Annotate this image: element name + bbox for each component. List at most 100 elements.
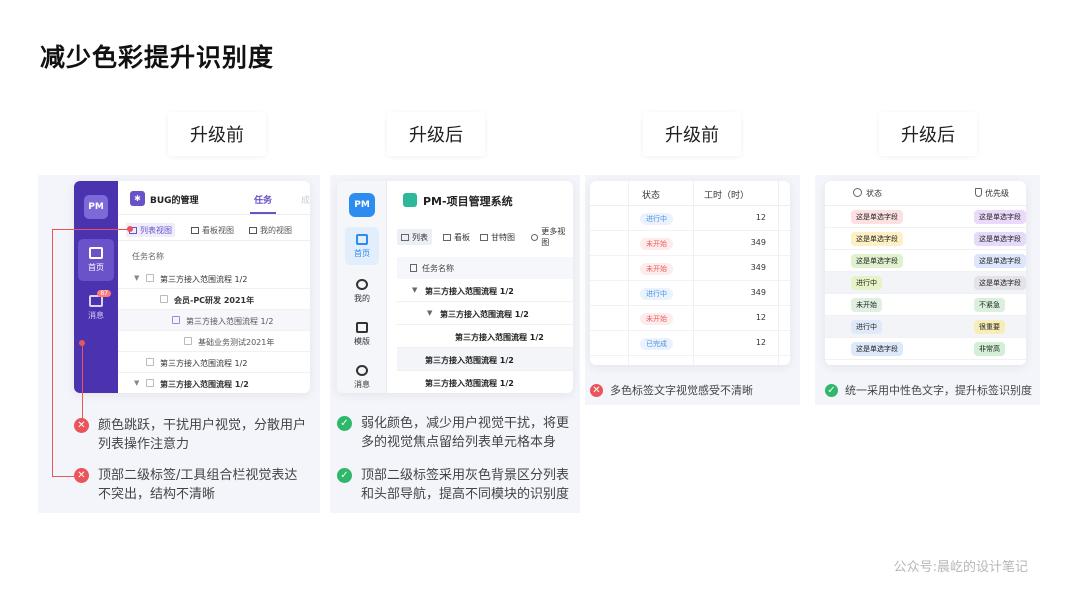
hours-value: 349 [750,238,766,247]
status-tag[interactable]: 这是单选字段 [851,342,903,356]
table-row[interactable]: 进行中 这是单选字段 [825,272,1026,294]
checkbox[interactable] [146,274,154,282]
status-tag[interactable]: 未开始 [640,238,673,250]
old-nav-home-label: 首页 [88,263,104,272]
status-tag[interactable]: 这是单选字段 [851,232,903,246]
label-after-2: 升级后 [879,112,977,156]
row-title: 第三方接入范围流程 1/2 [160,380,249,389]
checkbox[interactable] [146,379,154,387]
old-view-board[interactable]: 看板视图 [188,223,237,237]
new-nav-template[interactable]: 模版 [345,315,379,353]
new-tool-gantt[interactable]: 甘特图 [476,229,519,245]
priority-tag[interactable]: 非常高 [974,342,1005,356]
table-row[interactable]: 未开始 12 [590,306,790,331]
priority-tag[interactable]: 不紧急 [974,298,1005,312]
table-row[interactable]: 这是单选字段 非常高 [825,338,1026,360]
new-tag-table: 状态 优先级 这是单选字段 这是单选字段 这是单选字段 这是单选字段 这是单选字段 这是单… [825,181,1026,365]
note-text: 顶部二级标签采用灰色背景区分列表 和头部导航，提高不同模块的识别度 [361,468,570,502]
table-row[interactable]: 这是单选字段 这是单选字段 [825,206,1026,228]
status-tag[interactable]: 已完成 [640,338,673,350]
footer-credit: 公众号:晨屹的设计笔记 [893,560,1028,575]
status-tag[interactable]: 进行中 [640,213,673,225]
status-tag[interactable]: 这是单选字段 [851,254,903,268]
hours-value: 349 [750,288,766,297]
table-row[interactable]: 进行中 12 [590,206,790,231]
table-row[interactable]: 这是单选字段 这是单选字段 [825,228,1026,250]
status-tag[interactable]: 未开始 [851,298,882,312]
new-tool-more[interactable]: 更多视图 [527,227,573,247]
new-tool-list-label: 列表 [412,232,428,242]
old-sidebar: PM 首页 消息 87 [74,181,118,393]
hours-value: 12 [755,313,766,322]
table-row[interactable]: 未开始 349 [590,231,790,256]
old-logo: PM [84,195,108,219]
table-row[interactable]: 第三方接入范围流程 1/2 [397,325,573,348]
status-tag[interactable]: 进行中 [640,288,673,300]
priority-tag[interactable]: 这是单选字段 [974,232,1026,246]
new-nav-mine[interactable]: 我的 [345,272,379,310]
old-header-title: BUG的管理 [150,196,199,206]
table-row[interactable]: ▼ 第三方接入范围流程 1/2 [397,279,573,302]
priority-tag[interactable]: 这是单选字段 [974,210,1026,224]
new-nav-messages[interactable]: 消息 [345,358,379,393]
checkbox[interactable] [172,316,180,324]
new-logo: PM [349,193,375,217]
old-tab-more[interactable]: 成 [301,193,310,206]
column-header-priority: 优先级 [985,189,1009,198]
checkbox[interactable] [184,337,192,345]
new-nav-home[interactable]: 首页 [345,227,379,265]
table-row[interactable]: ▼ 第三方接入范围流程 1/2 [118,373,310,393]
status-tag[interactable]: 未开始 [640,313,673,325]
row-title: 第三方接入范围流程 1/2 [425,287,514,296]
status-tag[interactable]: 进行中 [851,320,882,334]
table-row[interactable]: 已完成 12 [590,331,790,356]
table-row[interactable]: 进行中 349 [590,281,790,306]
check-icon: ✓ [337,468,352,483]
row-title: 第三方接入范围流程 1/2 [160,275,248,284]
old-table-head: 状态 工时（时） [590,181,790,206]
old-app-screenshot: PM 首页 消息 87 ✱ BUG的管理 任务 成 列表视图 看板视图 我的视图… [74,181,310,393]
doc-icon [410,264,417,272]
status-tag[interactable]: 进行中 [851,276,882,290]
column-header-status: 状态 [642,191,661,201]
gantt-icon [480,233,488,241]
user-icon [356,278,368,290]
table-row[interactable]: 会员-PC研发 2021年 [118,289,310,310]
new-header-title: PM-项目管理系统 [423,195,513,208]
checkbox[interactable] [146,358,154,366]
old-view-list[interactable]: 列表视图 [126,223,175,237]
hours-value: 349 [750,263,766,272]
old-nav-messages[interactable]: 消息 87 [78,287,114,329]
table-row[interactable]: 未开始 349 [590,256,790,281]
status-tag[interactable]: 未开始 [640,263,673,275]
priority-tag[interactable]: 这是单选字段 [974,254,1026,268]
new-tool-list[interactable]: 列表 [397,229,432,245]
new-sidebar: PM 首页 我的 模版 消息 [337,181,387,393]
old-nav-home[interactable]: 首页 [78,239,114,281]
table-row[interactable]: 第三方接入范围流程 1/2 [118,310,310,331]
checkbox[interactable] [160,295,168,303]
note-text: 顶部二级标签/工具组合栏视觉表达 不突出，结构不清晰 [98,468,298,502]
annotation-line [52,229,130,230]
status-tag[interactable]: 这是单选字段 [851,210,903,224]
table-row[interactable]: 未开始 不紧急 [825,294,1026,316]
old-view-board-label: 看板视图 [202,225,234,235]
new-nav-mine-label: 我的 [354,293,370,303]
priority-tag[interactable]: 很重要 [974,320,1005,334]
table-row[interactable]: 第三方接入范围流程 1/2 [118,352,310,373]
table-row[interactable]: ▼ 第三方接入范围流程 1/2 [397,302,573,325]
priority-icon [975,188,982,197]
table-row[interactable]: 进行中 很重要 [825,316,1026,338]
table-row[interactable]: ▼ 第三方接入范围流程 1/2 [118,268,310,289]
new-tool-board[interactable]: 看板 [439,229,474,245]
old-tab-tasks[interactable]: 任务 [254,193,272,206]
old-view-mine[interactable]: 我的视图 [246,223,295,237]
expand-icon: ▼ [134,274,140,282]
table-row[interactable]: 第三方接入范围流程 1/2 [397,371,573,393]
table-row[interactable]: 基础业务测试2021年 [118,331,310,352]
expand-icon: ▼ [427,309,433,317]
my-view-icon [249,226,257,234]
table-row[interactable]: 第三方接入范围流程 1/2 [397,348,573,371]
table-row[interactable]: 这是单选字段 这是单选字段 [825,250,1026,272]
priority-tag[interactable]: 这是单选字段 [974,276,1026,290]
